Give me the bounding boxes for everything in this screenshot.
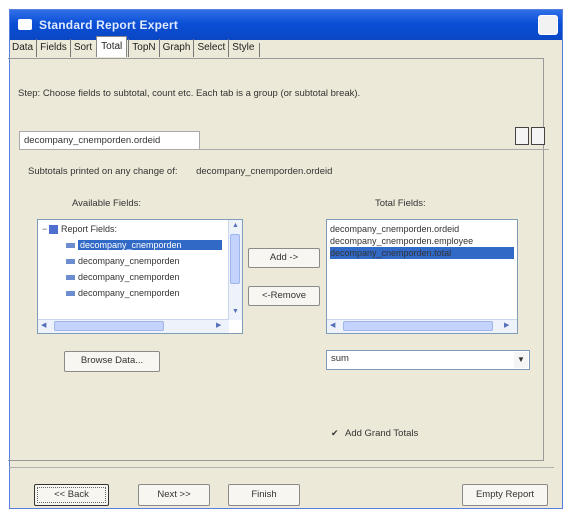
checkmark-icon[interactable]: ✔ (331, 429, 340, 438)
scroll-right-icon[interactable]: ▶ (216, 322, 221, 330)
grand-totals-checkbox[interactable]: ✔ Add Grand Totals (331, 428, 418, 439)
footer-divider (9, 467, 554, 468)
tree-root[interactable]: − Report Fields: (42, 222, 117, 236)
app-icon (18, 19, 32, 30)
available-fields-label: Available Fields: (72, 198, 142, 209)
tab-topn[interactable]: TopN (128, 39, 158, 57)
tab-sort[interactable]: Sort (69, 39, 95, 57)
subtotal-change-label: Subtotals printed on any change of: (28, 166, 178, 177)
tab-data[interactable]: Data (9, 39, 36, 57)
tab-select[interactable]: Select (193, 39, 228, 57)
field-icon (66, 275, 75, 281)
subtotal-change-line: Subtotals printed on any change of: deco… (28, 166, 332, 177)
browse-data-button[interactable]: Browse Data... (64, 351, 160, 372)
field-icon (66, 259, 75, 265)
tab-fields[interactable]: Fields (36, 39, 70, 57)
step-instructions: Step: Choose fields to subtotal, count e… (18, 88, 361, 99)
tree-item[interactable]: decompany_cnemporden (66, 270, 180, 284)
group-prev-button[interactable] (515, 127, 529, 145)
field-icon (66, 243, 75, 249)
total-fields-label: Total Fields: (375, 198, 426, 209)
field-icon (66, 291, 75, 297)
close-button[interactable] (538, 15, 558, 35)
tree-root-label: Report Fields: (61, 224, 118, 234)
scroll-right-icon[interactable]: ▶ (504, 322, 509, 330)
list-item[interactable]: decompany_cnemporden.total (330, 247, 514, 259)
list-item[interactable]: decompany_cnemporden.employee (330, 235, 473, 247)
collapse-icon[interactable]: − (42, 222, 49, 236)
tab-strip-end (259, 43, 261, 57)
tree-item-label: decompany_cnemporden (78, 240, 222, 250)
report-fields-icon (49, 225, 58, 235)
scroll-thumb[interactable] (343, 321, 493, 331)
tab-strip: Data Fields Sort Total TopN Graph Select… (9, 36, 261, 57)
summary-type-value: sum (331, 353, 349, 364)
chevron-down-icon[interactable]: ▼ (514, 352, 528, 368)
back-button[interactable]: << Back (34, 484, 109, 506)
scroll-thumb[interactable] (230, 234, 240, 284)
empty-report-button[interactable]: Empty Report (462, 484, 548, 506)
add-button[interactable]: Add -> (248, 248, 320, 268)
scroll-thumb[interactable] (54, 321, 164, 331)
tab-style[interactable]: Style (228, 39, 257, 57)
next-button[interactable]: Next >> (138, 484, 210, 506)
grand-totals-label: Add Grand Totals (345, 428, 419, 439)
scroll-down-icon[interactable]: ▼ (232, 308, 239, 316)
available-fields-tree[interactable]: − Report Fields: decompany_cnemporden dec… (37, 219, 243, 334)
scroll-up-icon[interactable]: ▲ (232, 222, 239, 230)
group-tab-divider (19, 149, 549, 150)
group-next-button[interactable] (531, 127, 545, 145)
tree-item[interactable]: decompany_cnemporden (66, 238, 222, 252)
tab-total[interactable]: Total (96, 36, 128, 57)
subtotal-change-field: decompany_cnemporden.ordeid (196, 166, 333, 177)
scroll-left-icon[interactable]: ◀ (41, 322, 46, 330)
available-hscrollbar[interactable]: ◀ ▶ (38, 319, 229, 333)
tree-item-label: decompany_cnemporden (78, 288, 180, 298)
available-vscrollbar[interactable]: ▲ ▼ (228, 220, 242, 320)
tree-item[interactable]: decompany_cnemporden (66, 254, 180, 268)
title-bar[interactable]: Standard Report Expert (10, 10, 562, 40)
total-fields-list[interactable]: decompany_cnemporden.ordeid decompany_cn… (326, 219, 518, 334)
tab-graph[interactable]: Graph (158, 39, 194, 57)
remove-button[interactable]: <-Remove (248, 286, 320, 306)
total-hscrollbar[interactable]: ◀ ▶ (327, 319, 517, 333)
tree-item-label: decompany_cnemporden (78, 256, 180, 266)
tree-item-label: decompany_cnemporden (78, 272, 180, 282)
group-tab[interactable]: decompany_cnemporden.ordeid (19, 131, 200, 150)
summary-type-select[interactable]: sum ▼ (326, 350, 530, 370)
tree-item[interactable]: decompany_cnemporden (66, 286, 180, 300)
window-title: Standard Report Expert (39, 18, 179, 32)
scroll-left-icon[interactable]: ◀ (330, 322, 335, 330)
finish-button[interactable]: Finish (228, 484, 300, 506)
list-item[interactable]: decompany_cnemporden.ordeid (330, 223, 459, 235)
